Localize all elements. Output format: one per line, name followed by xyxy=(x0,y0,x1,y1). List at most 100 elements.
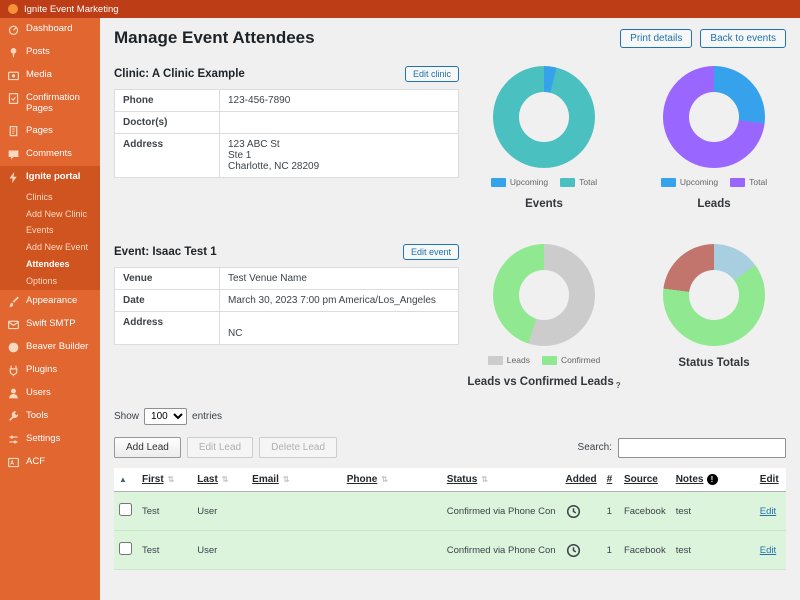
print-details-button[interactable]: Print details xyxy=(620,28,693,48)
search-label: Search: xyxy=(577,442,612,454)
edit-clinic-button[interactable]: Edit clinic xyxy=(404,66,459,82)
submenu-item-add-new-event[interactable]: Add New Event xyxy=(0,239,100,256)
admin-bar-site-name[interactable]: Ignite Event Marketing xyxy=(24,4,119,15)
delete-lead-button[interactable]: Delete Lead xyxy=(259,437,338,459)
column-header-email[interactable]: Email ⇅ xyxy=(247,468,342,493)
pages-icon xyxy=(7,125,20,138)
legend-label: Leads xyxy=(506,355,530,365)
sidebar-item-tools[interactable]: Tools xyxy=(0,405,100,428)
legend-item-confirmed[interactable]: Confirmed xyxy=(541,355,600,365)
sidebar-item-settings[interactable]: Settings xyxy=(0,428,100,451)
site-icon xyxy=(8,4,18,14)
entries-select[interactable]: 100 xyxy=(144,408,188,426)
plugins-icon xyxy=(7,364,20,377)
back-to-events-button[interactable]: Back to events xyxy=(700,28,786,48)
chart-title: Events xyxy=(525,198,563,210)
submenu-item-options[interactable]: Options xyxy=(0,273,100,290)
sidebar-item-comments[interactable]: Comments xyxy=(0,143,100,166)
page-title: Manage Event Attendees xyxy=(114,28,315,47)
added-cell xyxy=(560,491,602,532)
legend-item-upcoming[interactable]: Upcoming xyxy=(660,177,718,187)
sort-icon: ⇅ xyxy=(167,475,175,485)
lead-row: Test User Confirmed via Phone Con 1 Face… xyxy=(114,491,786,532)
row-label: Date xyxy=(114,289,220,312)
sidebar-item-confirmation-pages[interactable]: Confirmation Pages xyxy=(0,87,100,120)
column-header-last[interactable]: Last ⇅ xyxy=(192,468,248,493)
show-entries-row: Show 100 entries xyxy=(114,408,786,426)
sidebar-item-label: Swift SMTP xyxy=(26,317,76,329)
submenu-item-clinics[interactable]: Clinics xyxy=(0,189,100,206)
sidebar-item-beaver-builder[interactable]: Beaver Builder xyxy=(0,336,100,359)
row-label: Address xyxy=(114,133,220,178)
status-totals-donut-chart xyxy=(663,244,765,346)
help-icon[interactable]: ? xyxy=(616,381,621,390)
column-header-notes[interactable]: Notes! xyxy=(670,468,755,493)
legend-item-total[interactable]: Total xyxy=(560,177,597,187)
sidebar-item-acf[interactable]: ACF xyxy=(0,451,100,474)
legend-item-total[interactable]: Total xyxy=(730,177,767,187)
sidebar-item-media[interactable]: Media xyxy=(0,64,100,87)
legend-swatch xyxy=(487,355,503,365)
sidebar-menu-lower: Appearance Swift SMTP Beaver Builder Plu… xyxy=(0,290,100,474)
column-header-number[interactable]: # xyxy=(601,468,619,493)
sidebar-item-dashboard[interactable]: Dashboard xyxy=(0,18,100,41)
edit-event-button[interactable]: Edit event xyxy=(402,244,459,260)
confirmation-pages-icon xyxy=(7,92,20,105)
sidebar-item-label: Appearance xyxy=(26,294,78,306)
add-lead-button[interactable]: Add Lead xyxy=(114,437,181,459)
row-value: NC xyxy=(219,311,459,345)
legend-item-leads[interactable]: Leads xyxy=(487,355,530,365)
column-header-status[interactable]: Status ⇅ xyxy=(441,468,561,493)
sidebar-item-appearance[interactable]: Appearance xyxy=(0,290,100,313)
edit-lead-link[interactable]: Edit xyxy=(760,506,776,517)
sort-icon: ⇅ xyxy=(481,475,488,485)
event-venue-row: Venue Test Venue Name xyxy=(114,267,459,290)
main-content: Manage Event Attendees Print details Bac… xyxy=(100,0,800,600)
edit-lead-link[interactable]: Edit xyxy=(760,545,776,556)
events-chart-block: Upcoming Total Events xyxy=(459,66,629,210)
media-icon xyxy=(7,69,20,82)
sidebar-item-plugins[interactable]: Plugins xyxy=(0,359,100,382)
clock-icon[interactable] xyxy=(566,504,597,519)
event-section: Event: Isaac Test 1 Edit event Venue Tes… xyxy=(114,244,786,390)
column-header-phone[interactable]: Phone ⇅ xyxy=(341,468,442,493)
leads-donut-chart xyxy=(663,66,765,168)
clinic-address-row: Address 123 ABC St Ste 1 Charlotte, NC 2… xyxy=(114,133,459,178)
search-input[interactable] xyxy=(618,437,786,458)
row-value xyxy=(219,111,459,134)
phone-cell xyxy=(341,530,442,571)
select-cell xyxy=(114,491,137,532)
legend-swatch xyxy=(560,177,576,187)
admin-bar: Ignite Event Marketing xyxy=(0,0,800,18)
sidebar-item-label: Confirmation Pages xyxy=(26,92,80,115)
sidebar-item-ignite-portal[interactable]: Ignite portal xyxy=(0,166,100,189)
first-cell: Test xyxy=(137,491,193,532)
submenu-item-add-new-clinic[interactable]: Add New Clinic xyxy=(0,206,100,223)
submenu-item-label: Add New Event xyxy=(26,242,89,253)
column-header-first[interactable]: First ⇅ xyxy=(137,468,193,493)
submenu-item-attendees[interactable]: Attendees xyxy=(0,256,100,273)
notes-info-icon[interactable]: ! xyxy=(706,474,718,486)
acf-icon xyxy=(7,456,20,469)
sidebar-item-label: Pages xyxy=(26,124,53,136)
leads-table: ▲ First ⇅ Last ⇅ Email ⇅ Phone ⇅ Status ⇅ Add… xyxy=(114,468,786,571)
sidebar-item-posts[interactable]: Posts xyxy=(0,41,100,64)
sidebar-item-pages[interactable]: Pages xyxy=(0,120,100,143)
legend-item-upcoming[interactable]: Upcoming xyxy=(490,177,549,187)
select-column-header[interactable]: ▲ xyxy=(114,468,137,493)
clock-icon[interactable] xyxy=(566,543,597,558)
column-header-source[interactable]: Source xyxy=(618,468,671,493)
row-checkbox[interactable] xyxy=(119,542,132,556)
event-charts: Leads Confirmed Leads vs Confirmed Leads… xyxy=(459,244,799,390)
row-checkbox[interactable] xyxy=(119,503,132,517)
ignite-portal-icon xyxy=(7,171,20,184)
sidebar-item-swift-smtp[interactable]: Swift SMTP xyxy=(0,313,100,336)
legend-label: Upcoming xyxy=(509,177,549,187)
sidebar-item-users[interactable]: Users xyxy=(0,382,100,405)
submenu-item-events[interactable]: Events xyxy=(0,222,100,239)
row-value: 123 ABC St Ste 1 Charlotte, NC 28209 xyxy=(219,133,459,178)
edit-lead-button[interactable]: Edit Lead xyxy=(186,437,254,459)
show-label: Show xyxy=(114,411,140,423)
page-header: Manage Event Attendees Print details Bac… xyxy=(114,28,786,48)
column-header-added[interactable]: Added xyxy=(560,468,602,493)
